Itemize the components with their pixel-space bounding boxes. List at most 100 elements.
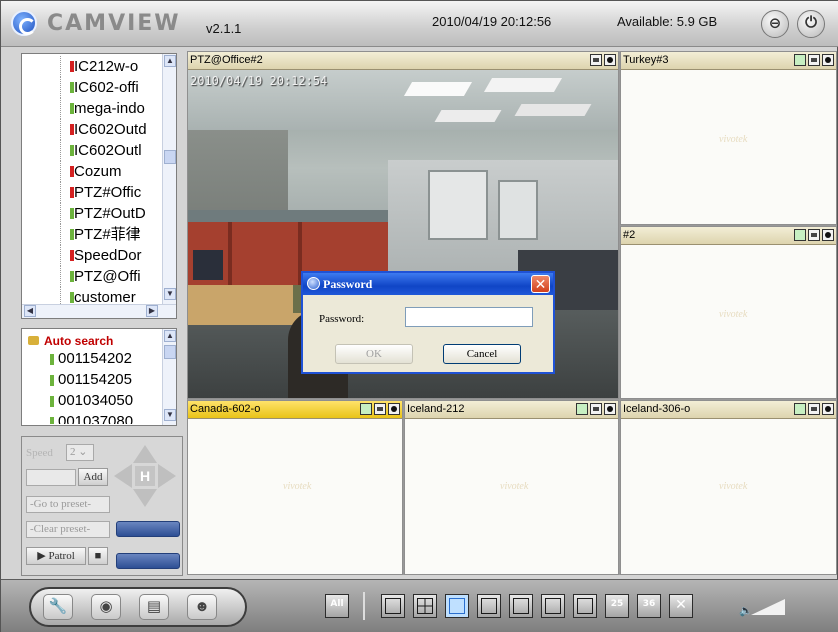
scroll-down-icon[interactable]: ▼ (164, 409, 176, 421)
record-icon[interactable] (604, 54, 616, 66)
device-tree-hscroll[interactable]: ◀ ▶ (22, 304, 176, 318)
tree-item[interactable]: PTZ#Offic (22, 182, 164, 203)
connect-icon[interactable] (360, 403, 372, 415)
tree-item[interactable]: IC602Outd (22, 119, 164, 140)
status-icon (70, 250, 74, 261)
layout-all-button[interactable]: All (325, 594, 349, 618)
layout-10-button[interactable] (509, 594, 533, 618)
connect-icon[interactable] (794, 403, 806, 415)
snapshot-icon[interactable] (374, 403, 386, 415)
disk-available-label: Available: 5.9 GB (617, 14, 718, 29)
ptz-action-button-1[interactable] (116, 521, 180, 537)
volume-slider[interactable] (751, 599, 785, 615)
list-item[interactable]: 001154205 (42, 370, 132, 390)
ptz-action-button-2[interactable] (116, 553, 180, 569)
scroll-up-icon[interactable]: ▲ (164, 55, 176, 67)
list-item[interactable]: 001037080 (42, 412, 133, 424)
schedule-icon[interactable]: ▤ (139, 594, 169, 620)
tile-title: Iceland-306-o (623, 403, 691, 415)
preset-name-input[interactable] (26, 469, 76, 486)
password-field[interactable] (405, 307, 533, 327)
scroll-thumb[interactable] (164, 345, 176, 359)
record-icon[interactable] (388, 403, 400, 415)
minimize-button[interactable]: ⊖ (761, 10, 789, 38)
fullscreen-icon[interactable]: ✕ (669, 594, 693, 618)
video-tile-3[interactable]: #2 vivotek (620, 226, 837, 399)
scroll-thumb[interactable] (164, 150, 176, 164)
connect-icon[interactable] (794, 54, 806, 66)
connect-icon[interactable] (794, 229, 806, 241)
device-tree-vscroll[interactable]: ▲ ▼ (162, 54, 176, 304)
record-icon[interactable] (822, 229, 834, 241)
tree-item[interactable]: PTZ@Offi (22, 266, 164, 287)
tree-item[interactable]: IC602-offi (22, 77, 164, 98)
tree-item-label: mega-indo (74, 100, 145, 117)
tree-item[interactable]: IC602Outl (22, 140, 164, 161)
scroll-down-icon[interactable]: ▼ (164, 288, 176, 300)
playback-icon[interactable]: ◉ (91, 594, 121, 620)
tree-item[interactable]: mega-indo (22, 98, 164, 119)
cancel-button[interactable]: Cancel (443, 344, 521, 364)
tree-item[interactable]: PTZ#OutD (22, 203, 164, 224)
layout-36-button[interactable]: 36 (637, 594, 661, 618)
snapshot-icon[interactable] (808, 403, 820, 415)
snapshot-icon[interactable] (808, 229, 820, 241)
dialog-title-bar[interactable]: Password ✕ (303, 273, 553, 295)
auto-search-vscroll[interactable]: ▲ ▼ (162, 329, 176, 425)
ok-button[interactable]: OK (335, 344, 413, 364)
header-bar: CAMVIEW v2.1.1 2010/04/19 20:12:56 Avail… (1, 1, 838, 47)
close-icon[interactable]: ✕ (531, 275, 550, 293)
settings-wrench-icon[interactable]: 🔧 (43, 594, 73, 620)
tree-connector (60, 56, 61, 77)
scroll-left-icon[interactable]: ◀ (24, 305, 36, 317)
snapshot-icon[interactable] (808, 54, 820, 66)
tree-item-label: IC602Outl (74, 142, 142, 159)
tree-item[interactable]: customer (22, 287, 164, 304)
power-button[interactable]: ⏻ (797, 10, 825, 38)
tree-connector (60, 140, 61, 161)
ptz-direction-pad[interactable]: H (114, 445, 176, 507)
tree-item[interactable]: IC212w-o (22, 56, 164, 77)
scroll-right-icon[interactable]: ▶ (146, 305, 158, 317)
minimize-icon: ⊖ (768, 15, 782, 32)
record-icon[interactable] (822, 403, 834, 415)
app-name: CAMVIEW (47, 11, 181, 36)
list-item[interactable]: 001034050 (42, 391, 133, 411)
clear-preset-select[interactable]: -Clear preset- (26, 521, 110, 538)
pan-right-icon[interactable] (158, 464, 176, 488)
layout-13-button[interactable] (541, 594, 565, 618)
record-icon[interactable] (822, 54, 834, 66)
patrol-button[interactable]: ▶ Patrol (26, 547, 86, 565)
video-tile-2[interactable]: Turkey#3 vivotek (620, 51, 837, 225)
layout-9-button[interactable] (477, 594, 501, 618)
connect-icon[interactable] (576, 403, 588, 415)
list-item[interactable]: 001154202 (42, 349, 132, 369)
home-icon[interactable]: H (135, 466, 155, 486)
speed-select[interactable]: 2 ⌄ (66, 444, 94, 461)
video-tile-5[interactable]: Iceland-212 vivotek (404, 400, 619, 575)
tree-item[interactable]: PTZ#菲律 (22, 224, 164, 245)
layout-1-button[interactable] (381, 594, 405, 618)
users-icon[interactable]: ☻ (187, 594, 217, 620)
video-tile-4[interactable]: Canada-602-o vivotek (187, 400, 403, 575)
pan-down-icon[interactable] (133, 489, 157, 507)
add-preset-button[interactable]: Add (78, 468, 108, 486)
record-icon[interactable] (604, 403, 616, 415)
video-tile-6[interactable]: Iceland-306-o vivotek (620, 400, 837, 575)
goto-preset-select[interactable]: -Go to preset- (26, 496, 110, 513)
pan-left-icon[interactable] (114, 464, 132, 488)
pan-up-icon[interactable] (133, 445, 157, 463)
tree-item[interactable]: SpeedDor (22, 245, 164, 266)
snapshot-icon[interactable] (590, 403, 602, 415)
layout-25-button[interactable]: 25 (605, 594, 629, 618)
tree-item-label: IC602-offi (74, 79, 139, 96)
layout-16-button[interactable] (573, 594, 597, 618)
layout-4-button[interactable] (413, 594, 437, 618)
layout-6-button[interactable] (445, 594, 469, 618)
scroll-up-icon[interactable]: ▲ (164, 330, 176, 342)
stop-patrol-button[interactable]: ■ (88, 547, 108, 565)
device-tree[interactable]: IC212w-o IC602-offi mega-indo IC602Outd IC60… (21, 53, 177, 319)
auto-search-panel[interactable]: Auto search 001154202 001154205 00103405… (21, 328, 177, 426)
tree-item[interactable]: Cozum (22, 161, 164, 182)
snapshot-icon[interactable] (590, 54, 602, 66)
